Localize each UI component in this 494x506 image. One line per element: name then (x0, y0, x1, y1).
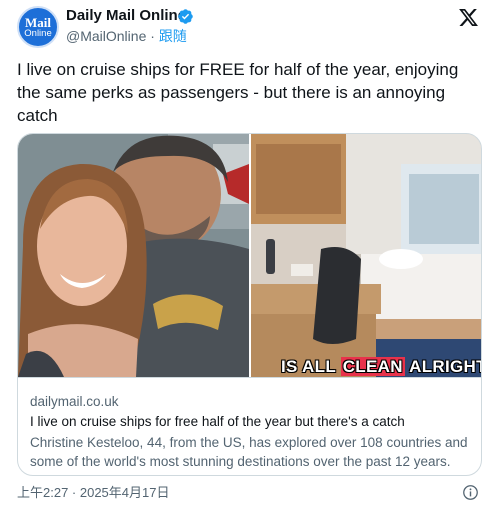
couple-selfie-photo (18, 134, 249, 377)
link-domain: dailymail.co.uk (30, 394, 119, 409)
account-handle[interactable]: @MailOnline (66, 28, 146, 44)
caption-before: IS ALL (281, 357, 341, 376)
caption-after: ALRIGHT (404, 357, 482, 376)
account-display-name[interactable]: Daily Mail Online (66, 7, 186, 25)
tweet-timestamp[interactable]: 上午2:27 · 2025年4月17日 (17, 485, 169, 501)
link-preview-card[interactable]: IS ALL CLEAN ALRIGHT dailymail.co.uk I l… (17, 133, 482, 476)
x-logo-icon[interactable] (458, 7, 479, 28)
caption-highlight: CLEAN (340, 357, 405, 376)
link-card-info[interactable]: dailymail.co.uk I live on cruise ships f… (18, 377, 481, 475)
link-card-image[interactable]: IS ALL CLEAN ALRIGHT (18, 134, 481, 377)
photo-caption: IS ALL CLEAN ALRIGHT (281, 357, 482, 377)
verified-badge-icon (178, 9, 193, 24)
tweet-text: I live on cruise ships for FREE for half… (17, 60, 459, 125)
info-icon[interactable] (462, 484, 479, 501)
handle-row: @MailOnline · 跟随 (66, 28, 187, 45)
tweet-card: Mail Online Daily Mail Online @MailOnlin… (0, 0, 494, 506)
avatar[interactable]: Mail Online (17, 6, 59, 48)
link-title: I live on cruise ships for free half of … (30, 414, 405, 429)
handle-separator: · (146, 28, 159, 44)
link-description: Christine Kesteloo, 44, from the US, has… (30, 435, 468, 469)
avatar-logo-line2: Online (24, 28, 52, 39)
cruise-cabin-photo (251, 134, 481, 377)
follow-button[interactable]: 跟随 (159, 28, 187, 44)
